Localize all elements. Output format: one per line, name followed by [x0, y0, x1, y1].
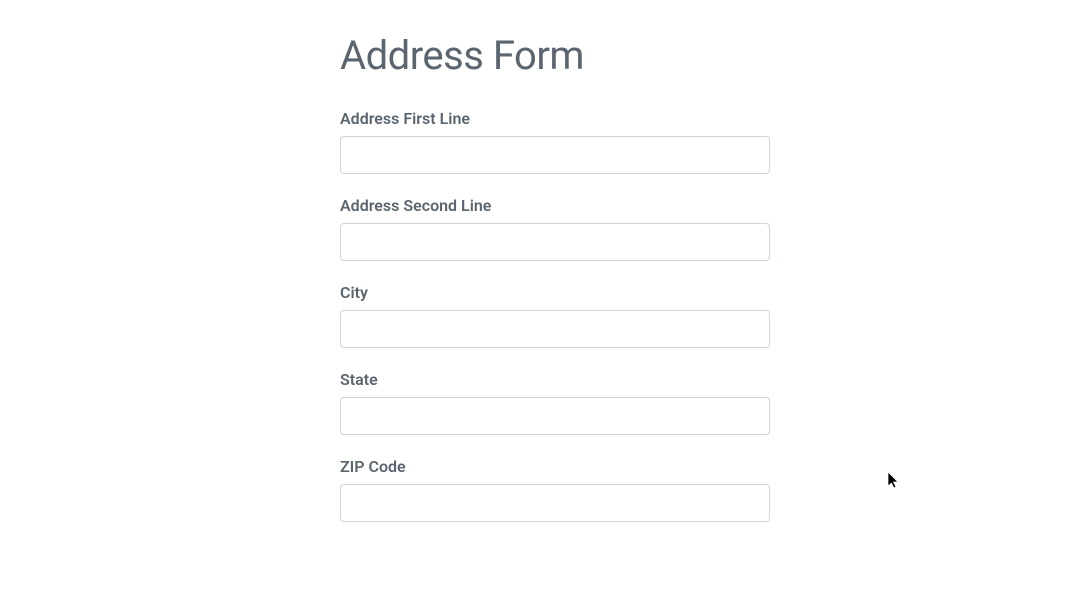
label-state: State	[340, 370, 770, 389]
input-address-first-line[interactable]	[340, 136, 770, 174]
label-address-second-line: Address Second Line	[340, 196, 770, 215]
label-address-first-line: Address First Line	[340, 109, 770, 128]
form-container: Address Form Address First Line Address …	[340, 0, 770, 522]
form-group-address-second-line: Address Second Line	[340, 196, 770, 261]
input-state[interactable]	[340, 397, 770, 435]
input-address-second-line[interactable]	[340, 223, 770, 261]
form-group-state: State	[340, 370, 770, 435]
page-title: Address Form	[340, 32, 770, 79]
label-zip-code: ZIP Code	[340, 457, 770, 476]
input-zip-code[interactable]	[340, 484, 770, 522]
form-group-city: City	[340, 283, 770, 348]
form-group-zip-code: ZIP Code	[340, 457, 770, 522]
form-group-address-first-line: Address First Line	[340, 109, 770, 174]
label-city: City	[340, 283, 770, 302]
input-city[interactable]	[340, 310, 770, 348]
cursor-icon	[887, 472, 901, 490]
